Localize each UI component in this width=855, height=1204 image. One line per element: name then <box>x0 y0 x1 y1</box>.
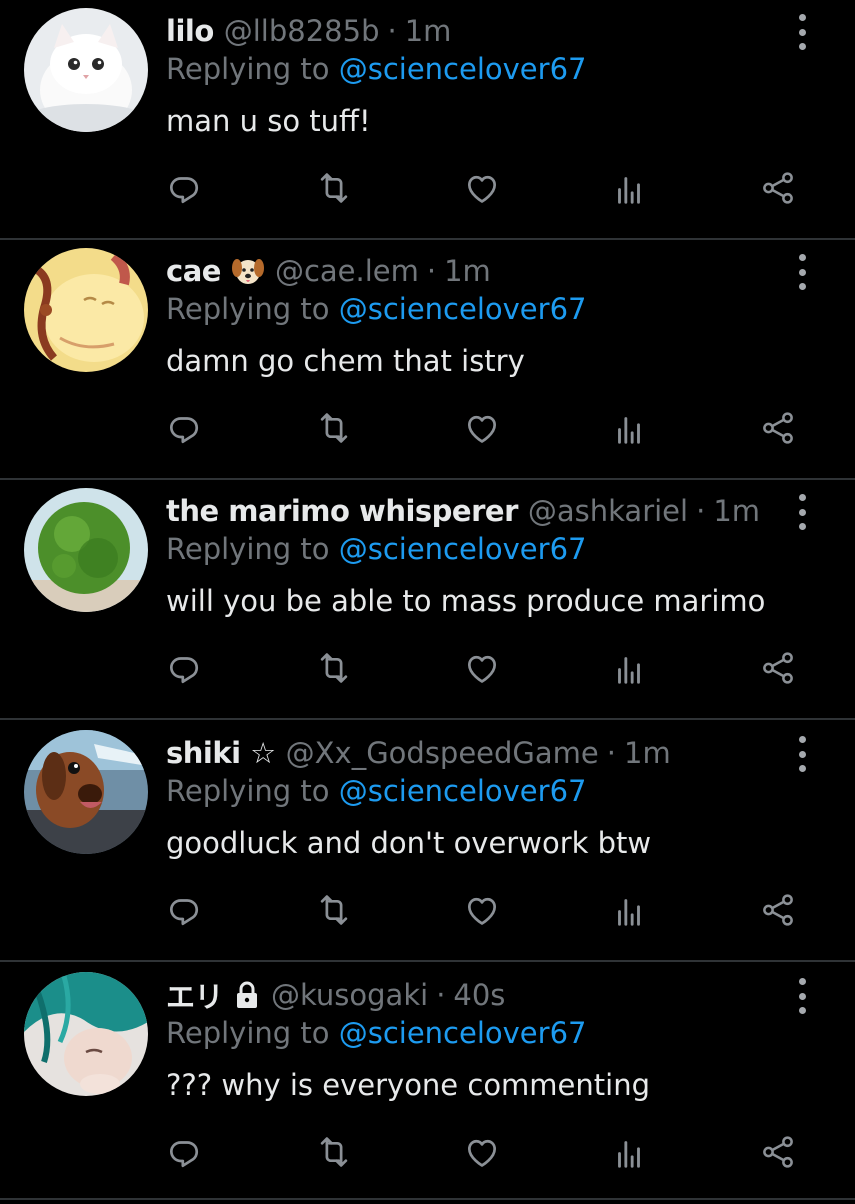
timestamp[interactable]: 1m <box>444 254 491 288</box>
display-name[interactable]: shiki ☆ <box>166 736 276 770</box>
user-handle[interactable]: @ashkariel <box>528 494 688 528</box>
separator-dot: · <box>606 736 616 770</box>
reply-text: goodluck and don't overwork btw <box>166 826 652 860</box>
more-options-icon[interactable] <box>790 490 814 534</box>
user-handle[interactable]: @Xx_GodspeedGame <box>286 736 599 770</box>
reply-text: will you be able to mass produce marimo <box>166 584 766 618</box>
share-icon[interactable] <box>756 646 800 690</box>
reply-icon[interactable] <box>162 646 206 690</box>
mention-link[interactable]: @sciencelover67 <box>339 774 587 808</box>
reply-item[interactable]: lilo @llb8285b · 1m Replying to @science… <box>0 0 855 240</box>
reply-header: shiki ☆ @Xx_GodspeedGame · 1m <box>166 734 671 772</box>
share-icon[interactable] <box>756 1130 800 1174</box>
like-icon[interactable] <box>460 888 504 932</box>
display-name[interactable]: the marimo whisperer <box>166 494 518 528</box>
reply-icon[interactable] <box>162 166 206 210</box>
separator-dot: · <box>426 254 437 288</box>
timestamp[interactable]: 1m <box>405 14 452 48</box>
reply-header: the marimo whisperer @ashkariel · 1m <box>166 492 760 530</box>
reply-header: lilo @llb8285b · 1m <box>166 12 451 50</box>
display-name[interactable]: cae <box>166 254 221 288</box>
mention-link[interactable]: @sciencelover67 <box>339 1016 587 1050</box>
replying-to-label: Replying to <box>166 1016 330 1050</box>
replying-to-label: Replying to <box>166 292 330 326</box>
teal-hair-person-avatar[interactable] <box>24 972 148 1096</box>
reply-item[interactable]: cae @cae.lem · 1m Replying to @sciencelo… <box>0 240 855 480</box>
reply-text: damn go chem that istry <box>166 344 525 378</box>
dachshund-avatar[interactable] <box>24 730 148 854</box>
share-icon[interactable] <box>756 166 800 210</box>
like-icon[interactable] <box>460 1130 504 1174</box>
reply-header: エリ @kusogaki · 40s <box>166 976 505 1014</box>
separator-dot: · <box>436 978 446 1012</box>
user-handle[interactable]: @kusogaki <box>271 978 428 1012</box>
retweet-icon[interactable] <box>312 646 356 690</box>
more-options-icon[interactable] <box>790 732 814 776</box>
mention-link[interactable]: @sciencelover67 <box>339 52 587 86</box>
retweet-icon[interactable] <box>312 1130 356 1174</box>
analytics-icon[interactable] <box>607 406 651 450</box>
timestamp[interactable]: 40s <box>453 978 505 1012</box>
reply-item[interactable]: エリ @kusogaki · 40s Replying to @sciencel… <box>0 964 855 1200</box>
mention-link[interactable]: @sciencelover67 <box>339 292 587 326</box>
analytics-icon[interactable] <box>607 646 651 690</box>
retweet-icon[interactable] <box>312 166 356 210</box>
replying-to-label: Replying to <box>166 52 330 86</box>
yellow-cartoon-avatar[interactable] <box>24 248 148 372</box>
display-name[interactable]: エリ <box>166 974 224 1016</box>
user-handle[interactable]: @llb8285b <box>224 14 380 48</box>
mention-link[interactable]: @sciencelover67 <box>339 532 587 566</box>
share-icon[interactable] <box>756 888 800 932</box>
replying-to-line: Replying to @sciencelover67 <box>166 774 586 808</box>
separator-dot: · <box>696 494 706 528</box>
lock-icon <box>233 980 261 1010</box>
reply-header: cae @cae.lem · 1m <box>166 252 491 290</box>
replying-to-line: Replying to @sciencelover67 <box>166 532 586 566</box>
separator-dot: · <box>387 14 397 48</box>
reply-icon[interactable] <box>162 888 206 932</box>
retweet-icon[interactable] <box>312 406 356 450</box>
analytics-icon[interactable] <box>607 166 651 210</box>
like-icon[interactable] <box>460 406 504 450</box>
more-options-icon[interactable] <box>790 974 814 1018</box>
replying-to-line: Replying to @sciencelover67 <box>166 292 586 326</box>
like-icon[interactable] <box>460 646 504 690</box>
more-options-icon[interactable] <box>790 10 814 54</box>
like-icon[interactable] <box>460 166 504 210</box>
more-options-icon[interactable] <box>790 250 814 294</box>
marimo-moss-ball-avatar[interactable] <box>24 488 148 612</box>
timestamp[interactable]: 1m <box>713 494 760 528</box>
analytics-icon[interactable] <box>607 888 651 932</box>
display-name[interactable]: lilo <box>166 14 214 48</box>
white-kitten-avatar[interactable] <box>24 8 148 132</box>
analytics-icon[interactable] <box>607 1130 651 1174</box>
user-handle[interactable]: @cae.lem <box>275 254 419 288</box>
reply-text: ??? why is everyone commenting <box>166 1068 650 1102</box>
replying-to-line: Replying to @sciencelover67 <box>166 1016 586 1050</box>
timestamp[interactable]: 1m <box>624 736 671 770</box>
retweet-icon[interactable] <box>312 888 356 932</box>
reply-icon[interactable] <box>162 406 206 450</box>
reply-icon[interactable] <box>162 1130 206 1174</box>
share-icon[interactable] <box>756 406 800 450</box>
replying-to-line: Replying to @sciencelover67 <box>166 52 586 86</box>
reply-text: man u so tuff! <box>166 104 371 138</box>
replying-to-label: Replying to <box>166 532 330 566</box>
replying-to-label: Replying to <box>166 774 330 808</box>
reply-item[interactable]: shiki ☆ @Xx_GodspeedGame · 1m Replying t… <box>0 722 855 962</box>
reply-item[interactable]: the marimo whisperer @ashkariel · 1m Rep… <box>0 480 855 720</box>
dog-face-emoji-icon <box>231 254 265 288</box>
